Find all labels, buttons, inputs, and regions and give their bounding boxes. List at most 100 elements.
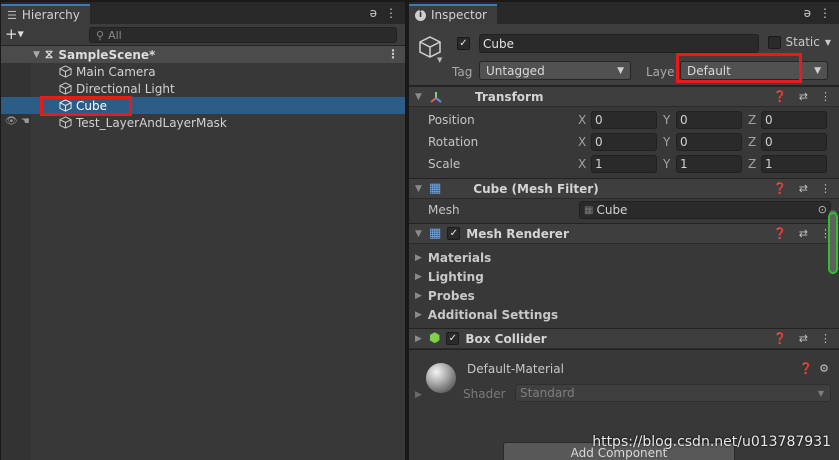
help-icon[interactable]: ❓ [773,182,787,195]
layer-dropdown[interactable]: Default ▼ [680,61,828,80]
static-checkbox[interactable] [767,35,781,49]
help-icon[interactable]: ❓ [773,90,787,103]
settings-gear-icon[interactable]: ⚙ [819,362,829,375]
list-icon: ☰ [7,8,17,22]
box-collider-icon: ⬢ [429,331,441,346]
scene-row[interactable]: ▼ ⧖ SampleScene* ⋮ [1,46,405,63]
fold-arrow-icon[interactable]: ▼ [415,229,423,239]
chevron-down-icon[interactable]: ▼ [437,56,442,64]
object-name-field[interactable] [479,34,759,53]
x-axis-label: X [578,135,587,149]
position-x-field[interactable] [591,111,657,129]
y-axis-label: Y [663,113,671,127]
info-icon: i [415,9,426,21]
scale-z-field[interactable] [761,155,827,173]
more-menu-icon[interactable]: ⋮ [385,6,397,20]
hierarchy-tabbar: ☰ Hierarchy ǝ ⋮ [1,2,405,24]
tab-hierarchy[interactable]: ☰ Hierarchy [1,4,90,24]
mesh-renderer-icon: ▦ [429,226,442,241]
tab-hierarchy-label: Hierarchy [21,8,80,22]
position-label: Position [428,113,475,127]
fold-right-icon: ▶ [415,252,422,263]
watermark-text: https://blog.csdn.net/u013787931 [592,434,831,450]
preset-icon[interactable]: ⇄ [799,332,808,345]
active-checkbox[interactable]: ✓ [457,37,470,50]
tab-inspector-label: Inspector [431,8,487,22]
foldout-lighting[interactable]: ▶ Lighting [409,267,839,286]
search-input[interactable] [108,28,309,42]
mesh-renderer-enabled-checkbox[interactable]: ✓ [447,227,461,240]
hierarchy-item-cube[interactable]: Cube [1,97,405,114]
component-menu-icon[interactable]: ⋮ [820,90,831,103]
fold-right-icon[interactable]: ▶ [415,334,423,344]
mesh-object-field[interactable]: ▦ Cube ⊙ [579,201,831,219]
rotation-x-field[interactable] [591,133,657,151]
inspector-tabbar: i Inspector ǝ ⋮ [409,2,839,24]
box-collider-title: Box Collider [465,331,547,346]
help-icon[interactable]: ❓ [773,332,787,345]
box-collider-header[interactable]: ▶ ⬢ ✓ Box Collider ❓ ⇄ ⋮ [409,328,839,349]
y-axis-label: Y [663,157,671,171]
tag-value: Untagged [486,63,545,78]
hierarchy-item-test-layer[interactable]: 👁 ☚ Test_LayerAndLayerMask [1,114,405,131]
hierarchy-item-label: Test_LayerAndLayerMask [76,115,227,130]
expand-arrow-icon[interactable]: ▼ [33,50,40,60]
mesh-filter-header[interactable]: ▼ ▦ Cube (Mesh Filter) ❓ ⇄ ⋮ [409,178,839,199]
scale-y-field[interactable] [676,155,742,173]
foldout-probes[interactable]: ▶ Probes [409,286,839,305]
hierarchy-toolbar: +▼ ⚲ [1,24,405,46]
tab-inspector[interactable]: i Inspector [409,4,497,24]
mesh-renderer-header[interactable]: ▼ ▦ ✓ Mesh Renderer ❓ ⇄ ⋮ [409,223,839,244]
foldout-additional-settings[interactable]: ▶ Additional Settings [409,305,839,324]
mesh-grid-icon: ▦ [429,181,442,196]
shader-dropdown[interactable]: Standard ▼ [515,384,831,402]
material-block: ▶ Default-Material ❓ ⚙ Shader Standard ▼ [409,349,839,407]
transform-header[interactable]: ▼ Transform ❓ ⇄ ⋮ [409,86,839,107]
scene-name: SampleScene* [58,47,156,62]
object-picker-icon[interactable]: ⊙ [818,203,827,216]
transform-body: Position X Y Z Rotation X Y Z Scale X Y … [409,107,839,178]
tag-dropdown[interactable]: Untagged ▼ [479,61,631,80]
foldout-label: Lighting [427,269,484,284]
fold-arrow-icon[interactable]: ▼ [415,184,423,194]
lock-icon[interactable]: ǝ [370,6,377,20]
more-menu-icon[interactable]: ⋮ [819,6,831,20]
hierarchy-item-main-camera[interactable]: Main Camera [1,63,405,80]
rotation-z-field[interactable] [761,133,827,151]
hierarchy-item-label: Cube [76,98,107,113]
position-z-field[interactable] [761,111,827,129]
hierarchy-search[interactable]: ⚲ [89,27,397,43]
mesh-renderer-title: Mesh Renderer [466,226,569,241]
object-header: ▼ ✓ Static ▼ Tag Untagged ▼ Laye Default… [409,24,839,86]
position-y-field[interactable] [676,111,742,129]
component-menu-icon[interactable]: ⋮ [820,332,831,345]
visibility-eye-icon[interactable]: 👁 ☚ [5,116,30,127]
cube-icon [59,65,72,78]
help-icon[interactable]: ❓ [773,227,787,240]
scene-menu-icon[interactable]: ⋮ [387,47,399,61]
box-collider-enabled-checkbox[interactable]: ✓ [446,332,460,345]
component-menu-icon[interactable]: ⋮ [820,182,831,195]
hierarchy-item-label: Main Camera [76,64,156,79]
static-toggle[interactable]: Static ▼ [767,35,831,49]
help-icon[interactable]: ❓ [799,362,813,375]
fold-right-icon: ▶ [415,290,422,301]
hierarchy-panel: ☰ Hierarchy ǝ ⋮ +▼ ⚲ ▼ ⧖ SampleScene* ⋮ … [1,2,405,460]
lock-icon[interactable]: ǝ [804,6,811,20]
create-button[interactable]: +▼ [5,26,24,43]
foldout-materials[interactable]: ▶ Materials [409,248,839,267]
preset-icon[interactable]: ⇄ [799,90,808,103]
preset-icon[interactable]: ⇄ [799,227,808,240]
fold-right-icon[interactable]: ▶ [415,390,422,400]
chevron-down-icon[interactable]: ▼ [825,38,831,47]
hierarchy-item-directional-light[interactable]: Directional Light [1,80,405,97]
fold-arrow-icon[interactable]: ▼ [415,92,423,102]
shader-label: Shader [463,387,506,401]
scale-x-field[interactable] [591,155,657,173]
shader-value: Standard [520,386,575,400]
tag-label: Tag [452,65,473,79]
rotation-y-field[interactable] [676,133,742,151]
preset-icon[interactable]: ⇄ [799,182,808,195]
foldout-label: Materials [427,250,492,265]
foldout-label: Probes [427,288,475,303]
